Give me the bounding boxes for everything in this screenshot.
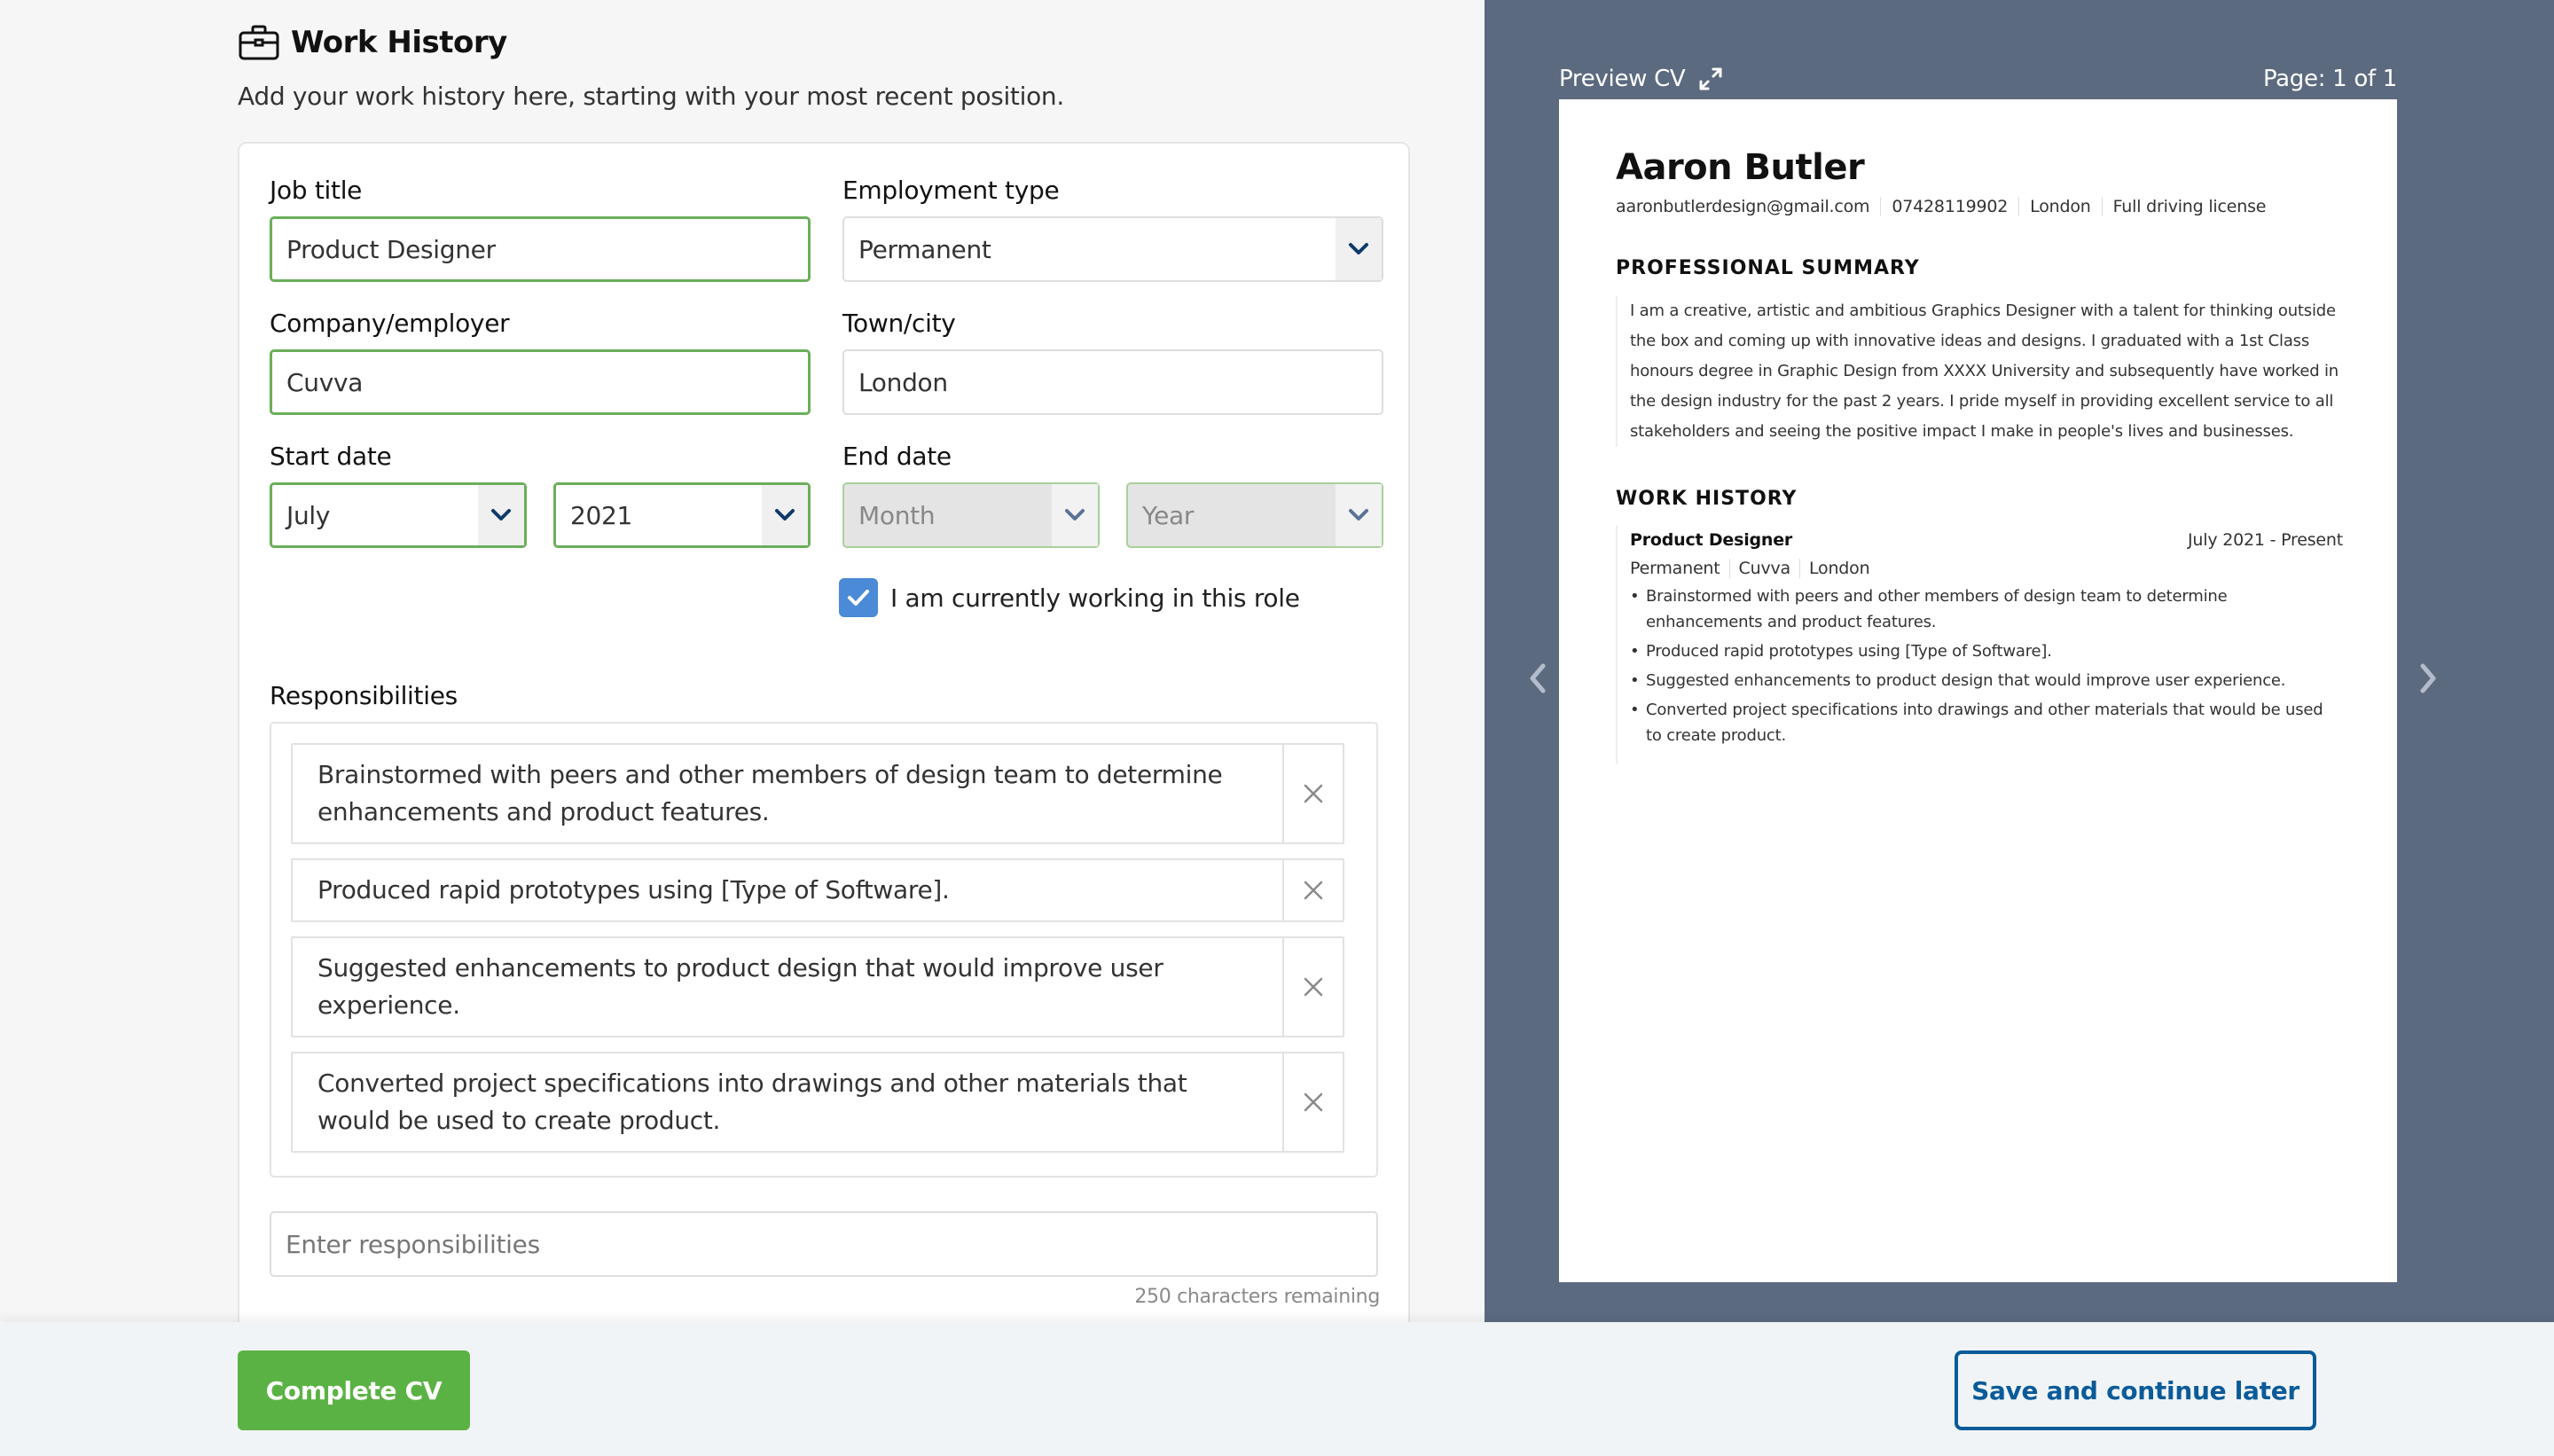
remove-responsibility-button[interactable] [1282,938,1343,1036]
page-intro: Add your work history here, starting wit… [238,82,1064,111]
cv-bullet: Suggested enhancements to product design… [1630,668,2343,693]
remove-responsibility-button[interactable] [1282,1053,1343,1151]
page-title: Work History [291,25,507,60]
cv-job-dates: July 2021 - Present [2188,530,2343,550]
preview-header: Preview CV [1559,66,1724,92]
cv-summary-title: PROFESSIONAL SUMMARY [1616,257,1920,279]
preview-label: Preview CV [1559,66,1686,92]
responsibility-item: Converted project specifications into dr… [291,1052,1344,1153]
close-icon [1304,784,1323,803]
footer-bar: Complete CV Save and continue later [0,1322,2554,1456]
close-icon [1304,881,1323,900]
cv-bullet: Converted project specifications into dr… [1630,697,2343,748]
cv-license: Full driving license [2101,197,2277,216]
work-history-form-panel: Work History Add your work history here,… [0,0,1485,1322]
cv-job-header: Product Designer July 2021 - Present [1630,530,2343,550]
responsibility-text: Brainstormed with peers and other member… [317,760,1223,826]
chevron-right-icon [2420,663,2436,693]
previous-page-button[interactable] [1520,656,1555,701]
close-icon [1304,1092,1323,1112]
cv-job-title: Product Designer [1630,530,1793,550]
characters-remaining: 250 characters remaining [1134,1286,1380,1308]
next-page-button[interactable] [2410,656,2446,701]
cv-summary: I am a creative, artistic and ambitious … [1616,296,2343,447]
responsibility-text: Suggested enhancements to product design… [317,953,1163,1020]
cv-job-type: Permanent [1630,559,1720,578]
cv-preview-panel: Preview CV Page: 1 of 1 Aaron Butler aar… [1485,0,2554,1322]
remove-responsibility-button[interactable] [1282,860,1343,920]
briefcase-icon [239,25,279,60]
remove-responsibility-button[interactable] [1282,745,1343,842]
responsibility-input-placeholder: Enter responsibilities [286,1229,540,1259]
responsibility-text: Converted project specifications into dr… [317,1069,1187,1135]
cv-phone: 07428119902 [1880,197,2018,216]
cv-job-bullets: Brainstormed with peers and other member… [1630,583,2343,748]
responsibilities-section: Responsibilities Brainstormed with peers… [238,142,1410,1322]
expand-icon[interactable] [1697,66,1724,92]
responsibilities-label: Responsibilities [270,681,458,710]
cv-email: aaronbutlerdesign@gmail.com [1616,197,1870,216]
responsibilities-list: Brainstormed with peers and other member… [270,722,1378,1178]
complete-cv-button[interactable]: Complete CV [238,1350,470,1430]
close-icon [1304,977,1323,997]
cv-job-company: Cuvva [1728,559,1799,578]
responsibility-item: Produced rapid prototypes using [Type of… [291,858,1344,922]
responsibility-item: Suggested enhancements to product design… [291,936,1344,1037]
save-continue-later-button[interactable]: Save and continue later [1955,1350,2316,1430]
section-heading: Work History [238,25,507,60]
page-indicator: Page: 1 of 1 [2262,66,2397,92]
responsibility-text: Produced rapid prototypes using [Type of… [317,875,950,904]
responsibility-input[interactable]: Enter responsibilities [270,1211,1378,1277]
cv-bullet: Produced rapid prototypes using [Type of… [1630,638,2343,664]
cv-work-entry: Product Designer July 2021 - Present Per… [1616,525,2343,764]
cv-bullet: Brainstormed with peers and other member… [1630,583,2343,635]
cv-job-meta: Permanent Cuvva London [1630,559,2343,578]
cv-location: London [2018,197,2101,216]
chevron-left-icon [1530,663,1546,693]
cv-page: Aaron Butler aaronbutlerdesign@gmail.com… [1559,99,2397,1282]
cv-contact: aaronbutlerdesign@gmail.com 07428119902 … [1616,197,2276,216]
cv-work-title: WORK HISTORY [1616,488,1798,510]
responsibility-item: Brainstormed with peers and other member… [291,743,1344,844]
cv-name: Aaron Butler [1616,147,1865,188]
cv-job-location: London [1798,559,1878,578]
